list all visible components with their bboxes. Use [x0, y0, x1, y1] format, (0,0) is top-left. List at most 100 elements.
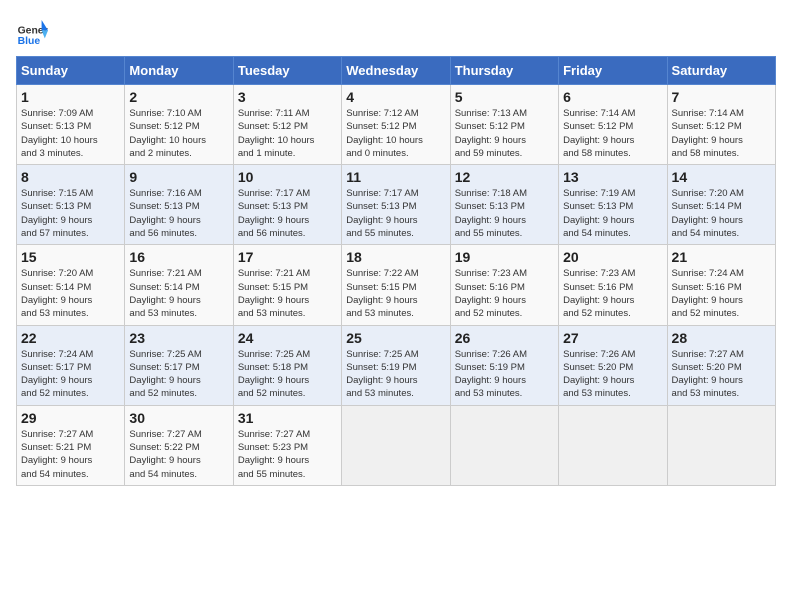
calendar-cell: 8 Sunrise: 7:15 AM Sunset: 5:13 PM Daylig… [17, 165, 125, 245]
day-info: Sunrise: 7:10 AM Sunset: 5:12 PM Dayligh… [129, 107, 228, 160]
day-info: Sunrise: 7:20 AM Sunset: 5:14 PM Dayligh… [21, 267, 120, 320]
day-info: Sunrise: 7:21 AM Sunset: 5:15 PM Dayligh… [238, 267, 337, 320]
day-number: 5 [455, 89, 554, 105]
day-number: 18 [346, 249, 445, 265]
logo-icon: General Blue [16, 16, 48, 48]
logo: General Blue [16, 16, 52, 48]
day-info: Sunrise: 7:25 AM Sunset: 5:18 PM Dayligh… [238, 348, 337, 401]
day-number: 16 [129, 249, 228, 265]
calendar-cell [559, 405, 667, 485]
weekday-header-friday: Friday [559, 57, 667, 85]
calendar-cell [342, 405, 450, 485]
day-info: Sunrise: 7:27 AM Sunset: 5:20 PM Dayligh… [672, 348, 771, 401]
day-info: Sunrise: 7:17 AM Sunset: 5:13 PM Dayligh… [238, 187, 337, 240]
calendar-cell: 1 Sunrise: 7:09 AM Sunset: 5:13 PM Daylig… [17, 85, 125, 165]
day-info: Sunrise: 7:23 AM Sunset: 5:16 PM Dayligh… [563, 267, 662, 320]
day-number: 23 [129, 330, 228, 346]
day-info: Sunrise: 7:18 AM Sunset: 5:13 PM Dayligh… [455, 187, 554, 240]
day-info: Sunrise: 7:23 AM Sunset: 5:16 PM Dayligh… [455, 267, 554, 320]
day-number: 30 [129, 410, 228, 426]
day-number: 22 [21, 330, 120, 346]
day-number: 11 [346, 169, 445, 185]
calendar-cell: 10Sunrise: 7:17 AM Sunset: 5:13 PM Dayli… [233, 165, 341, 245]
day-number: 15 [21, 249, 120, 265]
calendar-cell: 9Sunrise: 7:16 AM Sunset: 5:13 PM Daylig… [125, 165, 233, 245]
calendar-week-row: 8 Sunrise: 7:15 AM Sunset: 5:13 PM Daylig… [17, 165, 776, 245]
day-number: 12 [455, 169, 554, 185]
day-number: 24 [238, 330, 337, 346]
calendar-cell: 22 Sunrise: 7:24 AM Sunset: 5:17 PM Dayli… [17, 325, 125, 405]
calendar-header-row: SundayMondayTuesdayWednesdayThursdayFrid… [17, 57, 776, 85]
calendar-cell: 26 Sunrise: 7:26 AM Sunset: 5:19 PM Dayli… [450, 325, 558, 405]
day-info: Sunrise: 7:17 AM Sunset: 5:13 PM Dayligh… [346, 187, 445, 240]
calendar-cell: 19Sunrise: 7:23 AM Sunset: 5:16 PM Dayli… [450, 245, 558, 325]
day-number: 20 [563, 249, 662, 265]
calendar-cell: 31 Sunrise: 7:27 AM Sunset: 5:23 PM Dayli… [233, 405, 341, 485]
day-info: Sunrise: 7:26 AM Sunset: 5:20 PM Dayligh… [563, 348, 662, 401]
calendar-cell [450, 405, 558, 485]
day-number: 4 [346, 89, 445, 105]
day-number: 8 [21, 169, 120, 185]
calendar-cell: 29 Sunrise: 7:27 AM Sunset: 5:21 PM Dayli… [17, 405, 125, 485]
weekday-header-sunday: Sunday [17, 57, 125, 85]
day-info: Sunrise: 7:24 AM Sunset: 5:17 PM Dayligh… [21, 348, 120, 401]
day-info: Sunrise: 7:19 AM Sunset: 5:13 PM Dayligh… [563, 187, 662, 240]
calendar-cell: 11 Sunrise: 7:17 AM Sunset: 5:13 PM Dayli… [342, 165, 450, 245]
day-info: Sunrise: 7:25 AM Sunset: 5:19 PM Dayligh… [346, 348, 445, 401]
calendar-cell: 28 Sunrise: 7:27 AM Sunset: 5:20 PM Dayli… [667, 325, 775, 405]
day-number: 17 [238, 249, 337, 265]
day-info: Sunrise: 7:15 AM Sunset: 5:13 PM Dayligh… [21, 187, 120, 240]
day-info: Sunrise: 7:25 AM Sunset: 5:17 PM Dayligh… [129, 348, 228, 401]
day-number: 31 [238, 410, 337, 426]
day-info: Sunrise: 7:27 AM Sunset: 5:22 PM Dayligh… [129, 428, 228, 481]
calendar-cell: 2 Sunrise: 7:10 AM Sunset: 5:12 PM Daylig… [125, 85, 233, 165]
day-info: Sunrise: 7:09 AM Sunset: 5:13 PM Dayligh… [21, 107, 120, 160]
day-info: Sunrise: 7:11 AM Sunset: 5:12 PM Dayligh… [238, 107, 337, 160]
day-info: Sunrise: 7:12 AM Sunset: 5:12 PM Dayligh… [346, 107, 445, 160]
day-number: 26 [455, 330, 554, 346]
calendar-week-row: 15 Sunrise: 7:20 AM Sunset: 5:14 PM Dayli… [17, 245, 776, 325]
day-info: Sunrise: 7:13 AM Sunset: 5:12 PM Dayligh… [455, 107, 554, 160]
day-number: 3 [238, 89, 337, 105]
calendar-cell: 18 Sunrise: 7:22 AM Sunset: 5:15 PM Dayli… [342, 245, 450, 325]
calendar-cell: 6 Sunrise: 7:14 AM Sunset: 5:12 PM Daylig… [559, 85, 667, 165]
calendar-cell: 13 Sunrise: 7:19 AM Sunset: 5:13 PM Dayli… [559, 165, 667, 245]
day-info: Sunrise: 7:27 AM Sunset: 5:23 PM Dayligh… [238, 428, 337, 481]
calendar-cell: 15 Sunrise: 7:20 AM Sunset: 5:14 PM Dayli… [17, 245, 125, 325]
calendar-cell: 17 Sunrise: 7:21 AM Sunset: 5:15 PM Dayli… [233, 245, 341, 325]
day-number: 29 [21, 410, 120, 426]
page-header: General Blue [16, 16, 776, 48]
day-number: 2 [129, 89, 228, 105]
day-number: 21 [672, 249, 771, 265]
weekday-header-thursday: Thursday [450, 57, 558, 85]
day-info: Sunrise: 7:22 AM Sunset: 5:15 PM Dayligh… [346, 267, 445, 320]
calendar-cell: 12 Sunrise: 7:18 AM Sunset: 5:13 PM Dayli… [450, 165, 558, 245]
calendar-cell: 30 Sunrise: 7:27 AM Sunset: 5:22 PM Dayli… [125, 405, 233, 485]
weekday-header-saturday: Saturday [667, 57, 775, 85]
svg-text:Blue: Blue [18, 36, 41, 47]
day-info: Sunrise: 7:20 AM Sunset: 5:14 PM Dayligh… [672, 187, 771, 240]
day-number: 14 [672, 169, 771, 185]
day-info: Sunrise: 7:14 AM Sunset: 5:12 PM Dayligh… [563, 107, 662, 160]
calendar-cell: 24 Sunrise: 7:25 AM Sunset: 5:18 PM Dayli… [233, 325, 341, 405]
day-info: Sunrise: 7:24 AM Sunset: 5:16 PM Dayligh… [672, 267, 771, 320]
calendar-table: SundayMondayTuesdayWednesdayThursdayFrid… [16, 56, 776, 486]
calendar-cell: 16Sunrise: 7:21 AM Sunset: 5:14 PM Dayli… [125, 245, 233, 325]
day-info: Sunrise: 7:14 AM Sunset: 5:12 PM Dayligh… [672, 107, 771, 160]
calendar-cell: 4 Sunrise: 7:12 AM Sunset: 5:12 PM Daylig… [342, 85, 450, 165]
day-info: Sunrise: 7:26 AM Sunset: 5:19 PM Dayligh… [455, 348, 554, 401]
day-number: 28 [672, 330, 771, 346]
calendar-cell: 27 Sunrise: 7:26 AM Sunset: 5:20 PM Dayli… [559, 325, 667, 405]
calendar-cell [667, 405, 775, 485]
day-number: 25 [346, 330, 445, 346]
day-info: Sunrise: 7:27 AM Sunset: 5:21 PM Dayligh… [21, 428, 120, 481]
weekday-header-wednesday: Wednesday [342, 57, 450, 85]
day-number: 27 [563, 330, 662, 346]
calendar-cell: 7Sunrise: 7:14 AM Sunset: 5:12 PM Daylig… [667, 85, 775, 165]
day-number: 6 [563, 89, 662, 105]
calendar-week-row: 1 Sunrise: 7:09 AM Sunset: 5:13 PM Daylig… [17, 85, 776, 165]
day-number: 1 [21, 89, 120, 105]
day-number: 13 [563, 169, 662, 185]
calendar-week-row: 22 Sunrise: 7:24 AM Sunset: 5:17 PM Dayli… [17, 325, 776, 405]
weekday-header-tuesday: Tuesday [233, 57, 341, 85]
